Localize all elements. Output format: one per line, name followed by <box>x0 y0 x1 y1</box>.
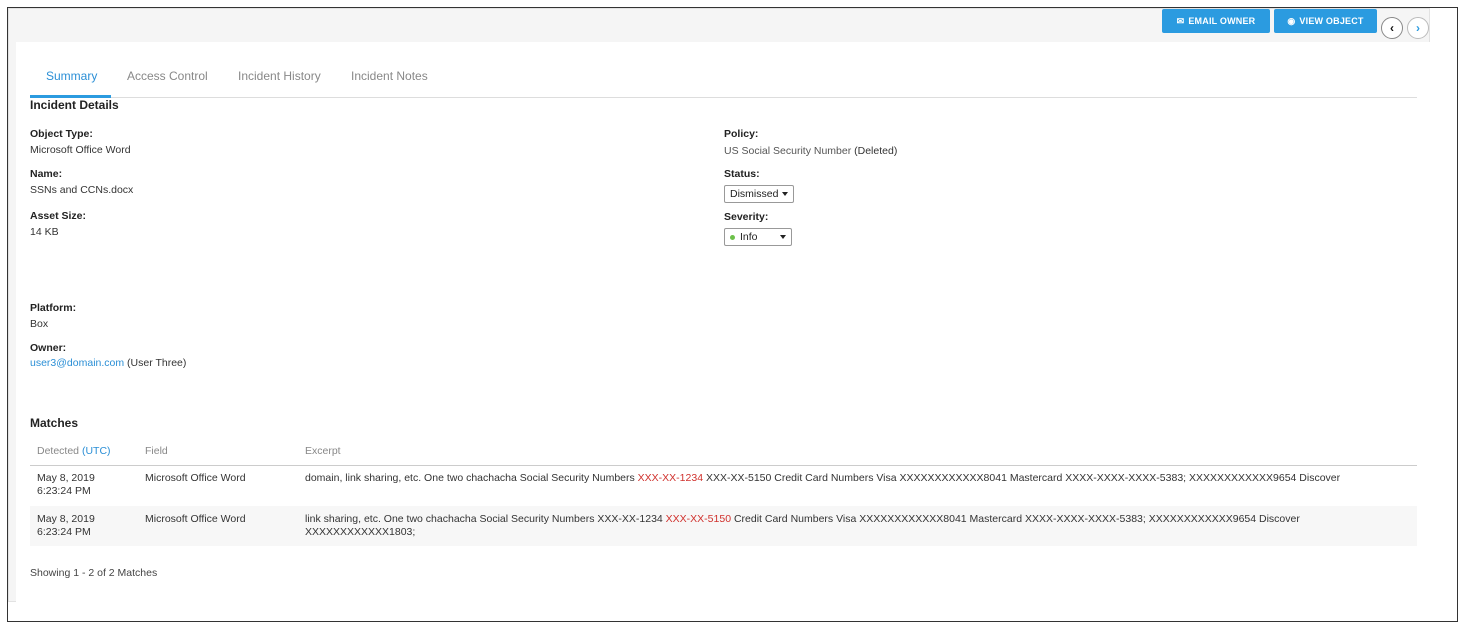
platform-label: Platform: <box>30 302 77 314</box>
dropdown-caret-icon <box>782 192 788 196</box>
object-type-value: Microsoft Office Word <box>30 144 131 156</box>
detected-date: May 8, 2019 <box>37 513 95 525</box>
chevron-left-icon: ‹ <box>1390 21 1394 35</box>
detected-cell: May 8, 2019 6:23:24 PM <box>37 513 95 538</box>
column-header-excerpt[interactable]: Excerpt <box>305 445 341 457</box>
detected-timezone: (UTC) <box>81 445 111 457</box>
matches-heading: Matches <box>30 416 79 430</box>
name-value: SSNs and CCNs.docx <box>30 184 134 196</box>
next-incident-button[interactable]: › <box>1407 17 1429 39</box>
tab-summary[interactable]: Summary <box>46 69 97 83</box>
excerpt-text: link sharing, etc. One two chachacha Soc… <box>305 513 666 525</box>
owner-label: Owner: <box>30 342 67 354</box>
object-type-label: Object Type: <box>30 128 93 140</box>
excerpt-cell: link sharing, etc. One two chachacha Soc… <box>305 513 1365 538</box>
owner-value: user3@domain.com (User Three) <box>30 357 186 369</box>
incident-details-heading: Incident Details <box>30 98 119 112</box>
severity-selected-value: Info <box>740 231 758 243</box>
email-owner-label: EMAIL OWNER <box>1188 16 1256 26</box>
excerpt-text: domain, link sharing, etc. One two chach… <box>305 472 638 484</box>
platform-value: Box <box>30 318 49 330</box>
table-row: May 8, 2019 6:23:24 PM Microsoft Office … <box>30 466 1417 506</box>
status-label: Status: <box>724 168 760 180</box>
severity-select[interactable]: Info <box>724 228 792 246</box>
previous-incident-button[interactable]: ‹ <box>1381 17 1403 39</box>
severity-indicator-icon <box>730 234 735 240</box>
detected-cell: May 8, 2019 6:23:24 PM <box>37 472 95 497</box>
email-owner-button[interactable]: ✉ EMAIL OWNER <box>1162 9 1270 33</box>
eye-icon: ◉ <box>1287 15 1296 26</box>
policy-value: US Social Security Number (Deleted) <box>724 145 897 157</box>
policy-name: US Social Security Number <box>724 145 852 157</box>
owner-email-link[interactable]: user3@domain.com <box>30 357 124 369</box>
dropdown-caret-icon <box>780 235 786 239</box>
excerpt-match-highlight: XXX-XX-5150 <box>665 513 732 525</box>
asset-size-label: Asset Size: <box>30 210 87 222</box>
tab-access-control[interactable]: Access Control <box>127 69 208 83</box>
view-object-button[interactable]: ◉ VIEW OBJECT <box>1274 9 1377 33</box>
column-header-detected[interactable]: Detected (UTC) <box>37 445 111 457</box>
field-cell: Microsoft Office Word <box>145 472 246 484</box>
asset-size-value: 14 KB <box>30 226 59 238</box>
table-row: May 8, 2019 6:23:24 PM Microsoft Office … <box>30 506 1417 546</box>
name-label: Name: <box>30 168 63 180</box>
tab-bar: Summary Access Control Incident History … <box>30 62 1417 98</box>
owner-name: (User Three) <box>127 357 187 369</box>
severity-label: Severity: <box>724 211 769 223</box>
field-cell: Microsoft Office Word <box>145 513 246 525</box>
matches-count: Showing 1 - 2 of 2 Matches <box>30 567 158 579</box>
view-object-label: VIEW OBJECT <box>1299 16 1364 26</box>
excerpt-cell: domain, link sharing, etc. One two chach… <box>305 472 1405 485</box>
detected-header-label: Detected <box>37 445 80 457</box>
status-select[interactable]: Dismissed <box>724 185 794 203</box>
tab-incident-history[interactable]: Incident History <box>238 69 321 83</box>
policy-deleted-tag: (Deleted) <box>854 145 898 157</box>
status-selected-value: Dismissed <box>730 188 779 200</box>
excerpt-match-highlight: XXX-XX-1234 <box>637 472 704 484</box>
chevron-right-icon: › <box>1416 21 1420 35</box>
detected-time: 6:23:24 PM <box>37 525 91 538</box>
tab-incident-notes[interactable]: Incident Notes <box>351 69 428 83</box>
envelope-icon: ✉ <box>1176 15 1185 26</box>
detected-date: May 8, 2019 <box>37 472 95 484</box>
policy-label: Policy: <box>724 128 759 140</box>
detected-time: 6:23:24 PM <box>37 484 91 497</box>
column-header-field[interactable]: Field <box>145 445 168 457</box>
excerpt-text: XXX-XX-5150 Credit Card Numbers Visa XXX… <box>703 472 1341 484</box>
